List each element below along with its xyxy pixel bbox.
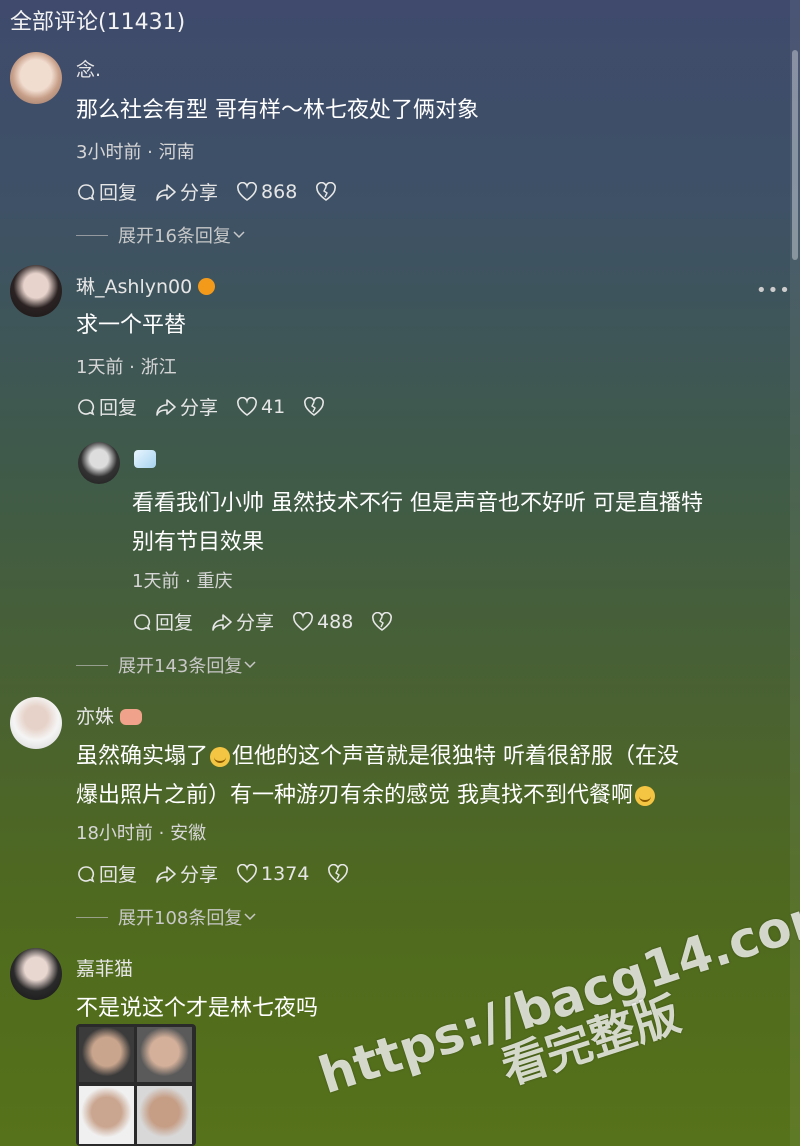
expand-label: 展开143条回复 xyxy=(118,656,243,677)
comment-actions: 回复 分享 41 xyxy=(76,393,346,420)
image-tile xyxy=(137,1027,192,1082)
share-button[interactable]: 分享 xyxy=(155,393,218,420)
chevron-down-icon xyxy=(244,661,256,669)
reply-icon xyxy=(78,865,95,882)
like-count: 488 xyxy=(317,610,354,633)
comment-meta: 1天前 · 浙江 xyxy=(76,357,177,378)
broken-heart-icon xyxy=(316,181,337,201)
image-tile xyxy=(79,1086,134,1144)
share-label: 分享 xyxy=(236,612,275,634)
comment-text: 看看我们小帅 虽然技术不行 但是声音也不好听 可是直播特 别有节目效果 xyxy=(132,484,703,562)
share-label: 分享 xyxy=(180,182,219,204)
reply-icon xyxy=(78,183,95,200)
avatar[interactable] xyxy=(10,948,62,1000)
reply-label: 回复 xyxy=(99,182,138,204)
author-name: 琳_Ashlyn00 xyxy=(76,276,193,298)
comment-author[interactable]: 亦姝 xyxy=(76,702,143,729)
share-button[interactable]: 分享 xyxy=(155,178,218,205)
share-icon xyxy=(156,398,176,416)
divider xyxy=(76,234,108,236)
like-count: 41 xyxy=(261,395,286,418)
orange-badge-icon xyxy=(198,278,216,295)
reply-icon xyxy=(134,613,151,630)
reply-button[interactable]: 回复 xyxy=(76,178,137,205)
comment-author[interactable]: 琳_Ashlyn00 xyxy=(76,272,216,299)
dislike-button[interactable] xyxy=(327,863,352,884)
comment-text: 虽然确实塌了 但他的这个声音就是很独特 听着很舒服（在没 爆出照片之前）有一种游刃… xyxy=(76,737,679,815)
share-label: 分享 xyxy=(180,397,219,419)
expand-label: 展开108条回复 xyxy=(118,908,243,929)
expand-replies[interactable]: 展开16条回复 xyxy=(76,222,247,248)
dislike-button[interactable] xyxy=(303,396,328,417)
heart-icon xyxy=(293,611,313,631)
reply-label: 回复 xyxy=(99,397,138,419)
heart-icon xyxy=(237,863,257,883)
reply-button[interactable]: 回复 xyxy=(76,393,137,420)
like-count: 868 xyxy=(261,180,298,203)
attached-image[interactable] xyxy=(76,1024,196,1146)
crying-emoji-icon xyxy=(210,747,231,767)
like-button[interactable]: 868 xyxy=(236,181,297,203)
chevron-down-icon xyxy=(244,913,256,921)
hands-badge-icon xyxy=(120,709,143,725)
share-icon xyxy=(156,865,176,883)
comment-actions: 回复 分享 868 xyxy=(76,178,358,205)
like-button[interactable]: 1374 xyxy=(236,863,309,885)
comment-text-line: 爆出照片之前）有一种游刃有余的感觉 我真找不到代餐啊 xyxy=(76,776,679,815)
share-icon xyxy=(212,613,232,631)
dislike-button[interactable] xyxy=(315,181,340,202)
image-tile xyxy=(137,1086,192,1144)
comment-actions: 回复 分享 488 xyxy=(132,608,414,635)
expand-replies[interactable]: 展开108条回复 xyxy=(76,904,258,930)
avatar[interactable] xyxy=(10,52,62,104)
ice-badge-icon xyxy=(134,450,156,468)
comment-author[interactable]: 嘉菲猫 xyxy=(76,954,133,981)
comment-text: 不是说这个才是林七夜吗 xyxy=(76,996,319,1021)
reply-button[interactable]: 回复 xyxy=(132,608,193,635)
image-tile xyxy=(79,1027,134,1082)
chevron-down-icon xyxy=(233,231,245,239)
share-button[interactable]: 分享 xyxy=(155,860,218,887)
divider xyxy=(76,916,108,918)
divider xyxy=(76,664,108,666)
avatar[interactable] xyxy=(78,442,120,484)
more-options-icon[interactable]: ••• xyxy=(756,280,791,301)
avatar[interactable] xyxy=(10,697,62,749)
comment-text: 求一个平替 xyxy=(76,313,187,338)
heart-icon xyxy=(237,181,257,201)
comment-text-line: 看看我们小帅 虽然技术不行 但是声音也不好听 可是直播特 xyxy=(132,491,703,516)
reply-icon xyxy=(78,398,95,415)
comment-meta: 3小时前 · 河南 xyxy=(76,142,195,163)
share-button[interactable]: 分享 xyxy=(211,608,274,635)
broken-heart-icon xyxy=(328,863,349,883)
comment-text: 那么社会有型 哥有样～林七夜处了俩对象 xyxy=(76,98,479,123)
comment-meta: 18小时前 · 安徽 xyxy=(76,823,207,844)
reply-label: 回复 xyxy=(155,612,194,634)
share-icon xyxy=(156,183,176,201)
comment-text-line: 虽然确实塌了 但他的这个声音就是很独特 听着很舒服（在没 xyxy=(76,744,680,769)
like-count: 1374 xyxy=(261,862,310,885)
heart-icon xyxy=(237,396,257,416)
reply-button[interactable]: 回复 xyxy=(76,860,137,887)
scrollbar-thumb[interactable] xyxy=(792,50,798,260)
comment-text-line: 别有节目效果 xyxy=(132,530,265,555)
author-name: 亦姝 xyxy=(76,706,115,728)
expand-label: 展开16条回复 xyxy=(118,226,231,247)
comment-meta: 1天前 · 重庆 xyxy=(132,571,233,592)
share-label: 分享 xyxy=(180,864,219,886)
comments-header: 全部评论(11431) xyxy=(10,10,186,35)
reply-label: 回复 xyxy=(99,864,138,886)
comment-author[interactable]: 念. xyxy=(76,55,101,82)
crying-emoji-icon xyxy=(635,786,655,806)
avatar[interactable] xyxy=(10,265,62,317)
broken-heart-icon xyxy=(372,611,393,631)
broken-heart-icon xyxy=(304,396,325,416)
dislike-button[interactable] xyxy=(371,611,396,632)
expand-replies[interactable]: 展开143条回复 xyxy=(76,652,258,678)
like-button[interactable]: 488 xyxy=(292,611,353,633)
like-button[interactable]: 41 xyxy=(236,396,285,418)
comment-actions: 回复 分享 1374 xyxy=(76,860,370,887)
